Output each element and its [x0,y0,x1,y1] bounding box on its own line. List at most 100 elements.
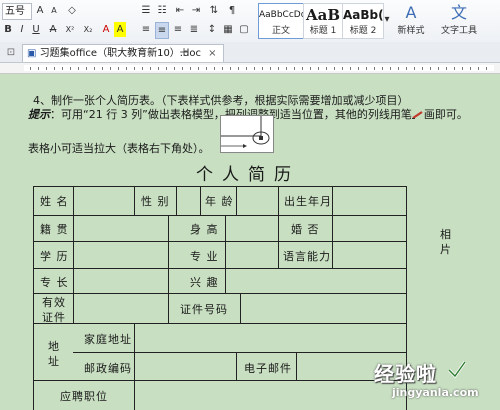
ruler-tick [270,67,271,70]
styles-more-icon[interactable]: ▾ [383,3,391,37]
ruler-tick [430,67,431,70]
bold-icon[interactable]: B [2,22,14,37]
word-doc-icon: ▣ [27,48,37,59]
font-size-select[interactable]: 五号 [2,3,32,20]
font-color-icon[interactable]: A [100,22,112,37]
tip-end-text: 画即可。 [423,108,468,121]
underline-icon[interactable]: U [30,22,42,37]
ribbon-toolbar: 五号 A A ◇ B I U A X² X₂ A A ☰ ☷ ⇤ ⇥ ⇅ ¶ ≡… [0,0,500,43]
ruler-tick [78,67,79,70]
font-size-value: 五号 [5,6,25,17]
shrink-font-button[interactable]: A [48,3,60,18]
ruler-tick [286,67,287,70]
align-right-icon[interactable]: ≡ [172,22,184,37]
clear-format-icon[interactable]: ◇ [66,3,78,18]
ruler-tick [278,67,279,70]
cell-specialty-label: 专 长 [40,276,69,289]
style-heading-1-name: 标题 1 [309,26,337,36]
ruler-tick [134,67,135,70]
indent-icon[interactable]: ⇥ [190,3,202,18]
cell-education-label: 学 历 [40,250,69,263]
cell-marital-label: 婚 否 [291,223,320,236]
ruler-tick [446,67,447,70]
cell-language-label: 语言能力 [283,250,331,263]
pen-icon [411,111,423,119]
document-tab-bar: ⊡ ▣ 习题集office（职大教育新10）.doc × + [0,42,500,63]
cell-email-label: 电子邮件 [244,362,292,375]
style-heading-1-sample: AaB [305,6,341,24]
cell-photo-label-1: 相 [440,228,452,241]
ruler-tick [230,67,231,70]
sort-icon[interactable]: ⇅ [208,3,220,18]
checkmark-icon [447,361,467,379]
text-tools-icon: 文 [450,3,467,22]
ruler-tick [198,67,199,70]
ruler-tick [62,67,63,70]
ruler-tick [406,67,407,70]
cell-postcode-label: 邮政编码 [84,362,132,375]
justify-icon[interactable]: ≣ [188,22,200,37]
ruler-tick [422,67,423,70]
ruler-tick [126,67,127,70]
outdent-icon[interactable]: ⇤ [174,3,186,18]
ruler-tick [350,67,351,70]
ruler-tick [294,67,295,70]
new-style-button[interactable]: A 新样式 [394,3,428,37]
document-tab-title: 习题集office（职大教育新10）.doc [39,48,201,59]
italic-icon[interactable]: I [16,22,28,37]
ruler-tick [486,67,487,70]
resume-title: 个人简历 [196,165,300,185]
horizontal-ruler[interactable] [0,63,500,74]
ruler-tick [54,67,55,70]
bullet-list-icon[interactable]: ☰ [140,3,152,18]
new-style-label: 新样式 [397,26,425,36]
show-marks-icon[interactable]: ¶ [226,3,238,18]
ruler-tick [454,67,455,70]
ruler-tick [174,67,175,70]
superscript-icon[interactable]: X² [62,22,78,37]
align-center-icon[interactable]: ≡ [155,22,169,39]
ruler-tick [222,67,223,70]
watermark-text: 经验啦 [374,362,437,386]
line-spacing-icon[interactable]: ↕ [206,22,218,37]
grow-font-button[interactable]: A [34,3,46,18]
ruler-tick [86,67,87,70]
ruler-tick [102,67,103,70]
strikethrough-icon[interactable]: A [46,22,60,37]
ruler-tick [182,67,183,70]
cell-name-label: 姓 名 [40,195,69,208]
ruler-tick [70,67,71,70]
ruler-tick [374,67,375,70]
tab-scroll-icon[interactable]: ⊡ [4,45,18,60]
ruler-tick [190,67,191,70]
cell-valid-label-2: 证件 [42,311,66,324]
cell-native-label: 籍 贯 [40,223,69,236]
border-icon[interactable]: ▢ [238,22,250,37]
style-normal[interactable]: AaBbCcDd 正文 [258,3,304,39]
style-normal-sample: AaBbCcDd [259,10,304,20]
resize-hint-paragraph: 表格小可适当拉大（表格右下角处）。 [28,142,210,155]
shading-icon[interactable]: ▦ [222,22,234,37]
new-tab-icon[interactable]: + [178,45,190,60]
align-left-icon[interactable]: ≡ [140,22,152,37]
cell-valid-label-1: 有效 [42,296,66,309]
cell-photo-label-2: 片 [440,243,452,256]
close-tab-icon[interactable]: × [208,48,216,59]
subscript-icon[interactable]: X₂ [80,22,96,37]
text-tools-button[interactable]: 文 文字工具 [436,3,482,37]
watermark-url: jingyanla.com [392,386,479,399]
ruler-tick [254,67,255,70]
ruler-tick [334,67,335,70]
ruler-tick [30,67,31,70]
number-list-icon[interactable]: ☷ [156,3,168,18]
style-heading-2-name: 标题 2 [349,26,377,36]
style-heading-2[interactable]: AaBb( 标题 2 [342,3,384,39]
style-heading-1[interactable]: AaB 标题 1 [303,3,343,39]
style-normal-name: 正文 [271,26,290,36]
tip-label: 提示 [28,108,50,121]
highlight-icon[interactable]: A [114,22,126,37]
ruler-tick [414,67,415,70]
ruler-tick [302,67,303,70]
ruler-tick [110,67,111,70]
document-tab[interactable]: ▣ 习题集office（职大教育新10）.doc × [22,44,224,62]
